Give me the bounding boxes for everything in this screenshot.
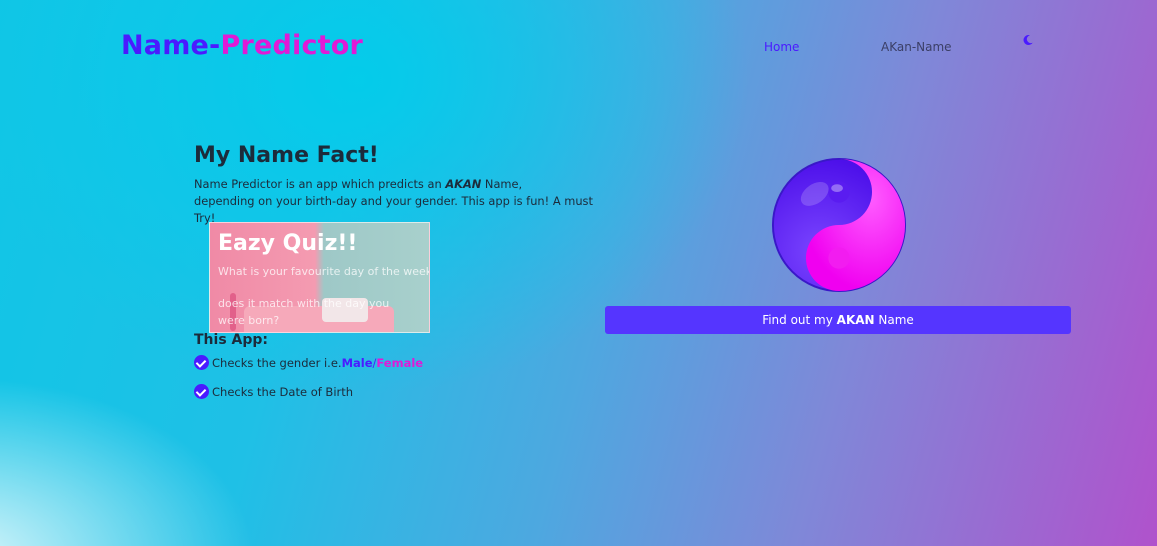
desc-text-start: Name Predictor is an app which predicts … bbox=[194, 177, 446, 191]
nav-akan-name-link[interactable]: AKan-Name bbox=[881, 40, 952, 54]
check-circle-icon bbox=[194, 384, 209, 399]
check-circle-icon bbox=[194, 355, 209, 370]
brand-part-name: Name- bbox=[121, 30, 221, 61]
quiz-question-1: What is your favourite day of the week? bbox=[218, 265, 430, 278]
feature-gender-text: Checks the gender i.e. bbox=[212, 355, 342, 370]
brand-logo[interactable]: Name-Predictor bbox=[121, 30, 363, 61]
quiz-title: Eazy Quiz!! bbox=[218, 231, 358, 256]
male-label: Male bbox=[341, 355, 373, 370]
find-akan-name-button[interactable]: Find out my AKAN Name bbox=[605, 306, 1071, 334]
page-title: My Name Fact! bbox=[194, 143, 379, 168]
moon-icon[interactable] bbox=[1022, 34, 1034, 46]
feature-gender: Checks the gender i.e. Male / Female bbox=[194, 355, 423, 370]
cta-text-end: Name bbox=[874, 313, 914, 327]
cta-akan-bold: AKAN bbox=[836, 313, 875, 327]
app-description: Name Predictor is an app which predicts … bbox=[194, 176, 614, 227]
desc-akan-emphasis: AKAN bbox=[445, 177, 482, 191]
desc-line1-end: Name, bbox=[481, 177, 523, 191]
desc-line2: depending on your birth-day and your gen… bbox=[194, 194, 593, 225]
yin-yang-icon bbox=[771, 157, 907, 293]
feature-dob-text: Checks the Date of Birth bbox=[212, 384, 354, 399]
feature-dob: Checks the Date of Birth bbox=[194, 384, 353, 399]
brand-part-predictor: Predictor bbox=[220, 30, 364, 61]
quiz-card: Eazy Quiz!! What is your favourite day o… bbox=[209, 222, 430, 333]
female-label: Female bbox=[376, 355, 424, 370]
cta-text-start: Find out my bbox=[762, 313, 837, 327]
quiz-question-2: does it match with the day you were born… bbox=[218, 297, 390, 327]
nav-home-link[interactable]: Home bbox=[764, 40, 799, 54]
features-heading: This App: bbox=[194, 332, 268, 348]
